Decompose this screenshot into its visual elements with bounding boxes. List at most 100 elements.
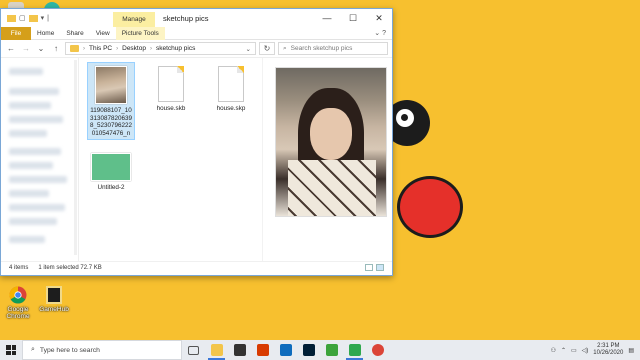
breadcrumb-desktop[interactable]: Desktop	[122, 45, 146, 52]
taskbar-mail[interactable]	[274, 340, 297, 360]
task-view-button[interactable]	[182, 340, 205, 360]
photo-thumbnail-icon	[95, 66, 127, 104]
up-arrow-icon[interactable]: ↑	[50, 44, 62, 53]
explorer-body: 119088107_103130878206398_52307962220105…	[1, 58, 392, 261]
selection-info: 1 item selected 72.7 KB	[38, 264, 102, 271]
window-title: sketchup pics	[163, 14, 209, 23]
tab-file[interactable]: File	[1, 26, 31, 40]
nav-item[interactable]	[9, 236, 45, 243]
tab-home[interactable]: Home	[31, 27, 60, 40]
nav-item[interactable]	[9, 130, 47, 137]
people-icon[interactable]: ⚇	[551, 347, 556, 354]
notifications-icon[interactable]: ▤	[628, 347, 634, 354]
taskbar-search-placeholder: Type here to search	[39, 346, 100, 354]
taskbar-apps	[182, 340, 389, 360]
nav-item[interactable]	[9, 176, 67, 183]
image-thumbnail-icon	[91, 153, 131, 181]
taskbar: ⌕ Type here to search ⚇ ⌃ ▭ ◁) 2:31 PM 1…	[0, 340, 640, 360]
tab-view[interactable]: View	[90, 27, 116, 40]
chrome-icon	[9, 286, 27, 304]
nav-item[interactable]	[9, 102, 51, 109]
file-item-house-skp[interactable]: house.skp	[207, 62, 255, 115]
back-arrow-icon[interactable]: ←	[5, 44, 17, 53]
refresh-button[interactable]: ↻	[259, 42, 275, 55]
search-input[interactable]: ⌕ Search sketchup pics	[278, 42, 388, 55]
search-placeholder: Search sketchup pics	[290, 45, 353, 52]
window-controls: — ☐ ✕	[314, 9, 392, 27]
shortcut-label: Google Chrome	[6, 306, 30, 320]
system-tray: ⚇ ⌃ ▭ ◁) 2:31 PM 10/26/2020 ▤	[551, 343, 640, 357]
ribbon-tabs: File Home Share View Picture Tools ⌄ ?	[1, 26, 392, 40]
title-bar: ▢ ▾ | Manage sketchup pics — ☐ ✕	[1, 9, 392, 27]
minimize-button[interactable]: —	[314, 9, 340, 27]
manage-tab[interactable]: Manage	[113, 12, 155, 27]
tab-share[interactable]: Share	[60, 27, 89, 40]
nav-scrollbar[interactable]	[74, 60, 77, 255]
folder-icon	[70, 45, 79, 52]
file-explorer-window: ▢ ▾ | Manage sketchup pics — ☐ ✕ File Ho…	[0, 8, 393, 276]
tab-picture-tools[interactable]: Picture Tools	[115, 26, 165, 40]
chevron-right-icon: ›	[83, 45, 85, 52]
nav-item[interactable]	[9, 148, 61, 155]
file-item-photo[interactable]: 119088107_103130878206398_52307962220105…	[87, 62, 135, 140]
start-button[interactable]	[0, 340, 22, 360]
folder-icon[interactable]	[7, 14, 16, 22]
desktop-shortcut-chrome[interactable]: Google Chrome	[0, 286, 36, 320]
file-list: 119088107_103130878206398_52307962220105…	[79, 58, 262, 261]
quick-access-dropdown-icon[interactable]: ▾	[41, 14, 45, 22]
network-icon[interactable]: ▭	[571, 347, 577, 354]
close-button[interactable]: ✕	[366, 9, 392, 27]
file-name: house.skb	[156, 105, 186, 112]
maximize-button[interactable]: ☐	[340, 9, 366, 27]
recent-locations-icon[interactable]: ⌄	[35, 44, 47, 53]
preview-pane	[262, 58, 392, 261]
windows-logo-icon	[6, 345, 16, 355]
breadcrumb-this-pc[interactable]: This PC	[89, 45, 112, 52]
file-item-untitled[interactable]: Untitled-2	[87, 150, 135, 194]
chevron-right-icon: ›	[116, 45, 119, 52]
taskbar-photoshop[interactable]	[297, 340, 320, 360]
taskbar-search-box[interactable]: ⌕ Type here to search	[22, 340, 182, 360]
taskbar-chrome[interactable]	[366, 340, 389, 360]
item-count: 4 items	[9, 264, 29, 271]
file-name: Untitled-2	[97, 184, 125, 191]
photoshop-icon	[302, 344, 315, 356]
breadcrumb-current-folder[interactable]: sketchup pics	[156, 45, 195, 52]
nav-item[interactable]	[9, 88, 59, 95]
chevron-up-icon[interactable]: ⌃	[561, 347, 566, 354]
properties-icon[interactable]: ▢	[19, 14, 26, 22]
nav-item[interactable]	[9, 162, 53, 169]
nav-item[interactable]	[9, 204, 65, 211]
ribbon-expand-icon[interactable]: ⌄ ?	[374, 29, 392, 37]
file-icon	[46, 286, 62, 304]
nav-item[interactable]	[9, 116, 63, 123]
taskbar-camtasia-recorder[interactable]	[343, 340, 366, 360]
nav-item[interactable]	[9, 68, 43, 75]
taskbar-file-explorer[interactable]	[205, 340, 228, 360]
address-dropdown-icon[interactable]: ⌄	[246, 45, 251, 53]
file-item-house-skb[interactable]: house.skb	[147, 62, 195, 115]
nav-item[interactable]	[9, 218, 57, 225]
large-icons-view-icon[interactable]	[376, 264, 384, 271]
chevron-right-icon: ›	[149, 45, 152, 52]
file-name: 119088107_103130878206398_52307962220105…	[89, 107, 133, 137]
taskbar-store[interactable]	[228, 340, 251, 360]
details-view-icon[interactable]	[365, 264, 373, 271]
mail-icon	[279, 344, 292, 356]
search-icon: ⌕	[31, 346, 35, 353]
new-folder-icon[interactable]	[28, 14, 38, 22]
taskbar-office[interactable]	[251, 340, 274, 360]
taskbar-camtasia[interactable]	[320, 340, 343, 360]
volume-icon[interactable]: ◁)	[582, 347, 589, 354]
nav-item[interactable]	[9, 190, 49, 197]
forward-arrow-icon[interactable]: →	[20, 44, 32, 53]
address-bar[interactable]: › This PC › Desktop › sketchup pics ⌄	[65, 42, 256, 55]
pikachu-cheek	[397, 176, 463, 238]
title-divider: |	[47, 14, 49, 22]
view-toggle	[365, 264, 384, 271]
desktop-shortcut-file[interactable]: GameHub	[36, 286, 72, 313]
navigation-pane[interactable]	[1, 58, 79, 261]
navigation-row: ← → ⌄ ↑ › This PC › Desktop › sketchup p…	[1, 40, 392, 58]
quick-access-toolbar: ▢ ▾ |	[1, 14, 49, 22]
clock[interactable]: 2:31 PM 10/26/2020	[593, 343, 623, 357]
